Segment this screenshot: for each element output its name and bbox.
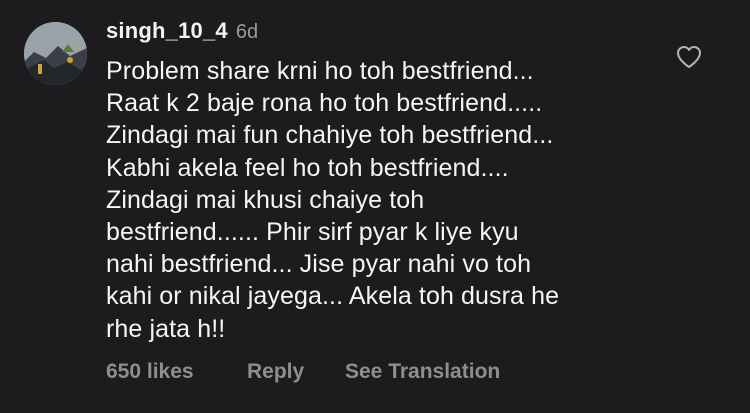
avatar[interactable] <box>24 22 87 85</box>
avatar-image <box>24 22 87 85</box>
likes-count[interactable]: 650 likes <box>106 360 247 384</box>
see-translation-button[interactable]: See Translation <box>345 360 500 384</box>
username[interactable]: singh_10_4 <box>106 18 228 44</box>
heart-outline-icon <box>677 46 701 68</box>
timestamp: 6d <box>235 21 259 43</box>
reply-button[interactable]: Reply <box>247 360 345 384</box>
comment-header: singh_10_4 6d <box>106 18 258 48</box>
like-button[interactable] <box>676 45 702 69</box>
comment-text: Problem share krni ho toh bestfriend... … <box>106 57 560 343</box>
comment-actions: 650 likes Reply See Translation <box>106 360 500 384</box>
